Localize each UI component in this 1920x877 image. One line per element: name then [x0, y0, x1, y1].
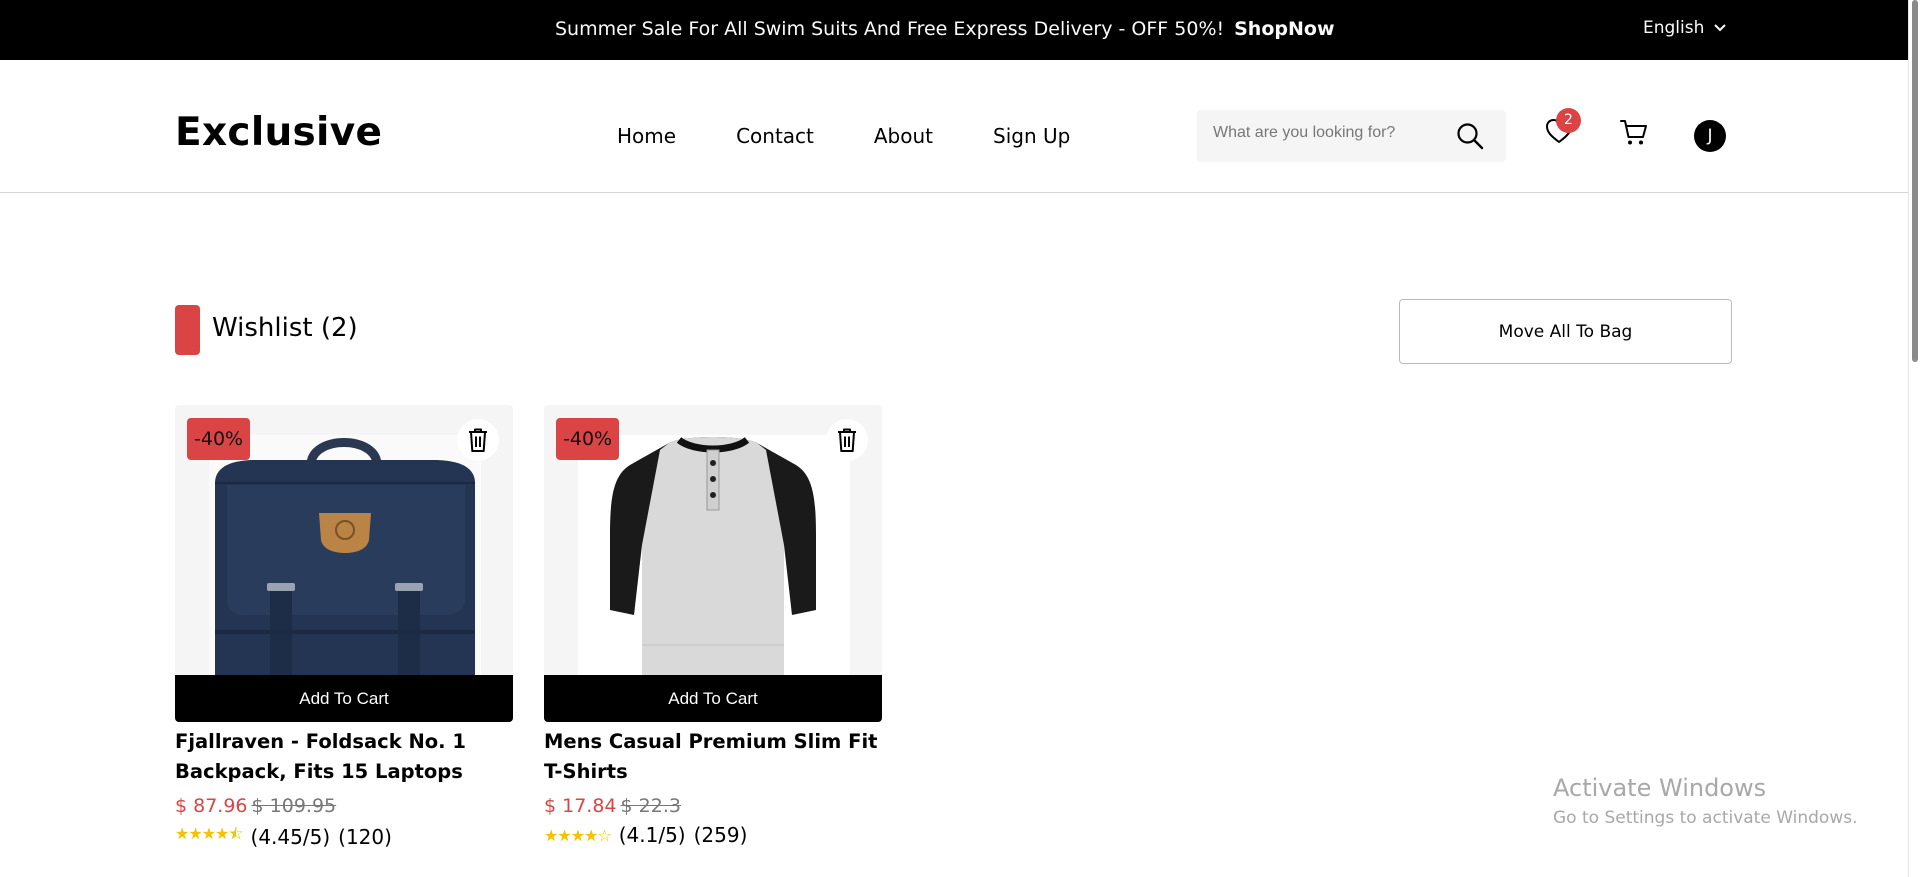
wishlist-title: Wishlist (2) — [212, 313, 358, 343]
promo-text: Summer Sale For All Swim Suits And Free … — [555, 18, 1225, 40]
shop-now-link[interactable]: ShopNow — [1234, 18, 1334, 40]
site-header: Exclusive Home Contact About Sign Up 2 J — [0, 60, 1908, 193]
rating-stars: ★★★★☆ — [544, 825, 612, 845]
product-card: -40% Add To Cart Fjallraven - Foldsack N… — [175, 405, 513, 849]
main-nav: Home Contact About Sign Up — [617, 124, 1070, 148]
rating-text: (4.1/5) — [618, 823, 686, 847]
section-marker — [175, 305, 200, 355]
product-rating: ★★★★☆ (4.1/5) (259) — [544, 823, 747, 847]
review-count: (120) — [338, 824, 392, 849]
search-icon[interactable] — [1455, 121, 1485, 151]
nav-home[interactable]: Home — [617, 124, 676, 148]
product-name[interactable]: Fjallraven - Foldsack No. 1 Backpack, Fi… — [175, 727, 513, 787]
discount-badge: -40% — [556, 418, 620, 460]
search-box — [1197, 110, 1506, 162]
move-all-to-bag-button[interactable]: Move All To Bag — [1399, 299, 1732, 364]
announcement-bar: Summer Sale For All Swim Suits And Free … — [0, 0, 1920, 60]
product-prices: $ 87.96 $ 109.95 — [175, 795, 336, 817]
site-logo[interactable]: Exclusive — [175, 110, 382, 155]
promo-banner: Summer Sale For All Swim Suits And Free … — [555, 18, 1335, 40]
product-rating: ★★★★⯪ (4.45/5) (120) — [175, 823, 392, 850]
wishlist-count-badge: 2 — [1556, 108, 1581, 133]
add-to-cart-button[interactable]: Add To Cart — [175, 675, 513, 722]
product-image-box: -40% — [544, 405, 882, 675]
windows-activation-watermark: Activate Windows Go to Settings to activ… — [1553, 774, 1858, 828]
user-avatar[interactable]: J — [1694, 120, 1726, 152]
product-name[interactable]: Mens Casual Premium Slim Fit T-Shirts — [544, 727, 882, 787]
watermark-title: Activate Windows — [1553, 774, 1767, 802]
cart-icon[interactable] — [1619, 117, 1649, 147]
nav-sign-up[interactable]: Sign Up — [993, 124, 1070, 148]
current-price: $ 17.84 — [544, 795, 617, 817]
page-scrollbar[interactable] — [1908, 0, 1920, 877]
remove-from-wishlist-button[interactable] — [457, 419, 499, 461]
language-label: English — [1643, 18, 1705, 38]
product-card: -40% Add To Cart Mens Casual Premium Sli… — [544, 405, 882, 847]
product-image-box: -40% — [175, 405, 513, 675]
scrollbar-thumb[interactable] — [1912, 0, 1918, 362]
chevron-down-icon — [1714, 24, 1727, 32]
nav-contact[interactable]: Contact — [736, 124, 814, 148]
watermark-subtitle: Go to Settings to activate Windows. — [1553, 808, 1858, 828]
trash-icon — [838, 428, 856, 452]
review-count: (259) — [693, 823, 748, 847]
trash-icon — [469, 428, 487, 452]
rating-stars: ★★★★⯪ — [175, 824, 244, 843]
search-input[interactable] — [1213, 124, 1433, 142]
nav-about[interactable]: About — [874, 124, 933, 148]
discount-badge: -40% — [187, 418, 251, 460]
original-price: $ 109.95 — [251, 795, 337, 817]
rating-text: (4.45/5) — [250, 824, 331, 849]
language-selector[interactable]: English — [1643, 18, 1727, 38]
product-prices: $ 17.84 $ 22.3 — [544, 795, 681, 817]
remove-from-wishlist-button[interactable] — [826, 419, 868, 461]
add-to-cart-button[interactable]: Add To Cart — [544, 675, 882, 722]
original-price: $ 22.3 — [620, 795, 681, 817]
current-price: $ 87.96 — [175, 795, 248, 817]
